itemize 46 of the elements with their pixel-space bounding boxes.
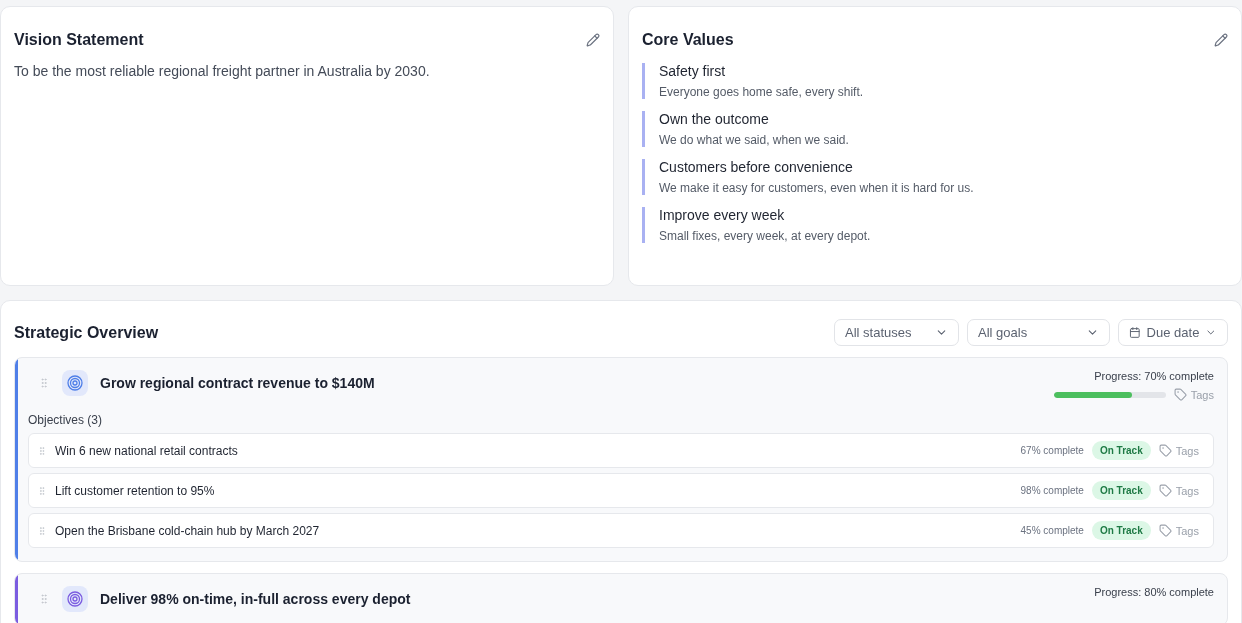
status-badge: On Track: [1091, 521, 1151, 540]
completion-text: 98% complete: [1020, 485, 1084, 496]
edit-icon[interactable]: [1214, 33, 1228, 47]
objective-title: Open the Brisbane cold-chain hub by March 2027: [55, 523, 320, 538]
objective-title: Win 6 new national retail contracts: [55, 443, 238, 458]
goal-title: Deliver 98% on-time, in-full across every depot: [100, 591, 411, 607]
value-name: Improve every week: [659, 207, 786, 223]
objective-row[interactable]: Lift customer retention to 95% 98% complete On Track Tags: [28, 473, 1214, 508]
objective-row[interactable]: Win 6 new national retail contracts 67% complete On Track Tags: [28, 433, 1214, 468]
objectives-label: Objectives (3): [28, 413, 104, 427]
goal-title: Grow regional contract revenue to $140M: [100, 375, 375, 391]
value-name: Customers before convenience: [659, 159, 854, 175]
completion-text: 67% complete: [1020, 445, 1084, 456]
tag-icon: [1158, 484, 1172, 497]
sort-dropdown[interactable]: Due date: [1118, 319, 1228, 346]
objective-title: Lift customer retention to 95%: [55, 483, 215, 498]
status-badge: On Track: [1091, 441, 1151, 460]
progress-label: Progress: 70% complete: [1094, 370, 1214, 382]
completion-text: 45% complete: [1020, 525, 1084, 536]
value-description: Everyone goes home safe, every shift.: [659, 85, 865, 99]
value-description: We do what we said, when we said.: [659, 133, 850, 147]
value-description: We make it easy for customers, even when it is hard for us.: [659, 181, 975, 195]
drag-handle-icon[interactable]: [37, 485, 47, 496]
filter-dropdown[interactable]: All statuses: [834, 319, 959, 346]
value-name: Safety first: [659, 63, 727, 79]
drag-handle-icon[interactable]: [37, 525, 47, 536]
drag-handle-icon[interactable]: [37, 445, 47, 456]
target-icon: [62, 586, 88, 612]
filter-dropdown[interactable]: All goals: [967, 319, 1110, 346]
objective-row[interactable]: Open the Brisbane cold-chain hub by March 2027 45% complete On Track Tags: [28, 513, 1214, 548]
section-title: Strategic Overview: [14, 323, 159, 342]
value-description: Small fixes, every week, at every depot.: [659, 229, 872, 243]
progress-label: Progress: 80% complete: [1094, 586, 1214, 598]
tag-icon: [1158, 524, 1172, 537]
drag-handle-icon[interactable]: [38, 593, 50, 605]
status-badge: On Track: [1091, 481, 1151, 500]
tag-icon: [1173, 388, 1187, 401]
tag-icon: [1158, 444, 1172, 457]
drag-handle-icon[interactable]: [38, 377, 50, 389]
calendar-icon: [1129, 326, 1141, 339]
card-title: Vision Statement: [14, 31, 144, 49]
edit-icon[interactable]: [586, 33, 600, 47]
target-icon: [62, 370, 88, 396]
card-title: Core Values: [642, 31, 734, 49]
value-name: Own the outcome: [659, 111, 770, 127]
vision-text: To be the most reliable regional freight partner in Australia by 2030.: [14, 63, 431, 79]
